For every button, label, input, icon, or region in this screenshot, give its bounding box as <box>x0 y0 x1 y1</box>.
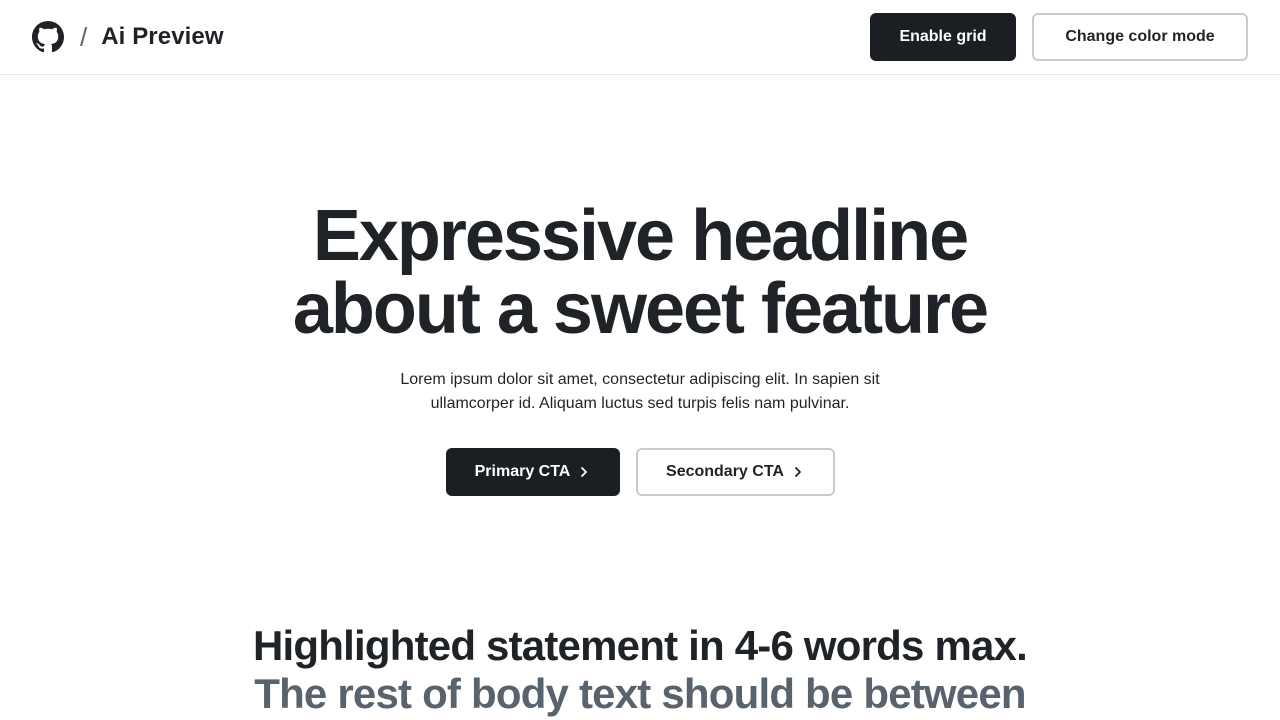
secondary-cta-label: Secondary CTA <box>666 463 784 480</box>
primary-cta-button[interactable]: Primary CTA <box>445 448 620 496</box>
statement-section: Highlighted statement in 4-6 words max. … <box>0 622 1280 718</box>
hero-body-text: Lorem ipsum dolor sit amet, consectetur … <box>400 371 880 412</box>
breadcrumb-separator: / <box>80 21 88 52</box>
hero-section: Expressive headline about a sweet featur… <box>0 200 1280 496</box>
cta-row: Primary CTA Secondary CTA <box>0 448 1280 496</box>
hero-headline: Expressive headline about a sweet featur… <box>0 200 1280 346</box>
enable-grid-button[interactable]: Enable grid <box>870 13 1016 61</box>
primary-cta-label: Primary CTA <box>474 463 571 480</box>
app-title: Ai Preview <box>101 23 224 50</box>
chevron-right-icon <box>578 466 590 478</box>
secondary-cta-button[interactable]: Secondary CTA <box>635 448 835 496</box>
headline-line-1: Expressive headline <box>312 196 969 276</box>
top-header: / Ai Preview Enable grid Change color mo… <box>0 0 1280 75</box>
highlighted-statement: Highlighted statement in 4-6 words max. <box>253 622 1028 669</box>
header-actions: Enable grid Change color mode <box>870 13 1248 61</box>
chevron-right-icon <box>792 466 804 478</box>
headline-line-2: about a sweet feature <box>292 269 989 349</box>
change-color-mode-button[interactable]: Change color mode <box>1032 13 1248 61</box>
statement-body: The rest of body text should be between <box>254 670 1026 717</box>
brand: / Ai Preview <box>32 21 224 53</box>
github-icon[interactable] <box>32 21 64 53</box>
